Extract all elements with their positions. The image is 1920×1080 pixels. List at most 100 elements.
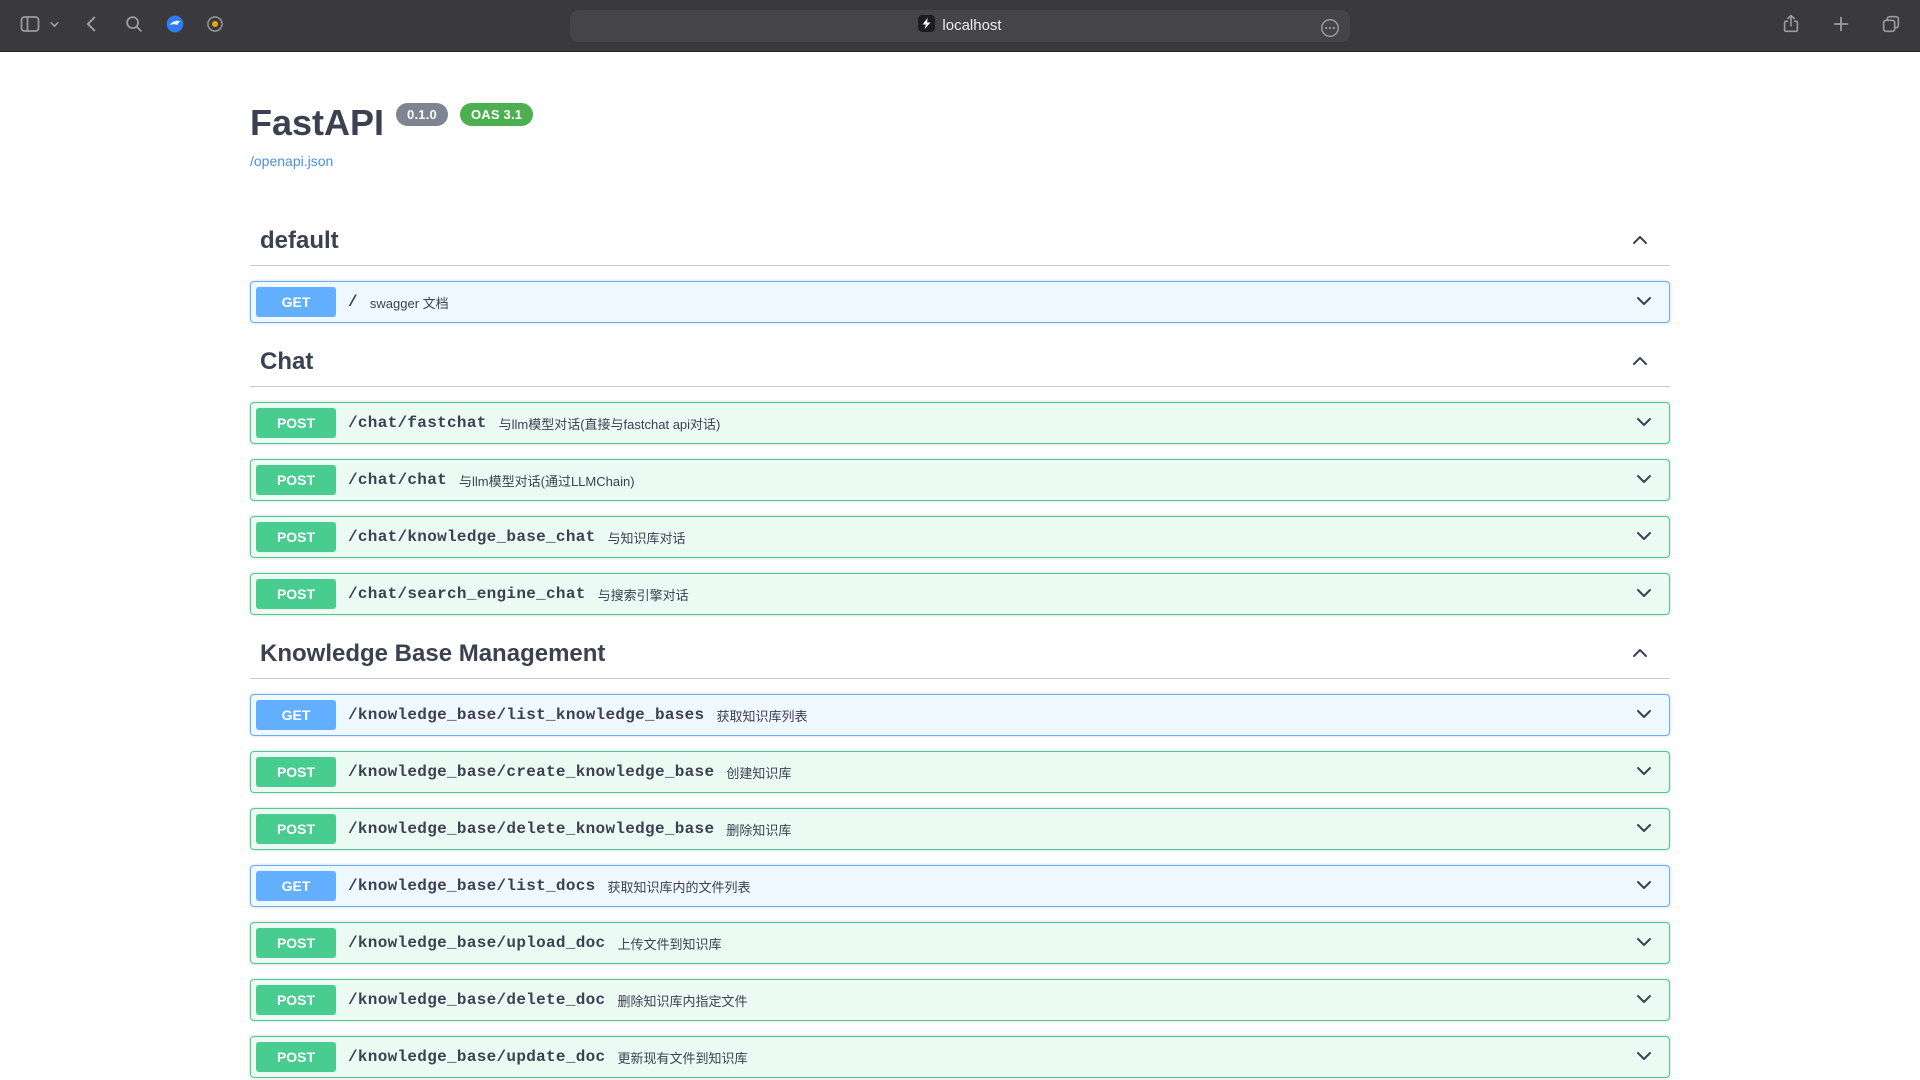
openapi-json-link[interactable]: /openapi.json xyxy=(250,153,333,169)
collapse-section-button[interactable] xyxy=(1630,643,1650,666)
section-title: default xyxy=(260,227,339,255)
chevron-left-icon xyxy=(81,13,103,38)
operation-row[interactable]: POST /chat/knowledge_base_chat 与知识库对话 xyxy=(250,516,1670,558)
expand-operation-button[interactable] xyxy=(1634,704,1654,727)
address-bar[interactable]: localhost xyxy=(570,10,1350,42)
api-sections: default GET / swagger 文档 Chat xyxy=(250,217,1670,1080)
oas-badge: OAS 3.1 xyxy=(460,103,533,126)
chevron-down-icon xyxy=(1634,704,1654,727)
expand-operation-button[interactable] xyxy=(1634,1046,1654,1069)
collapse-section-button[interactable] xyxy=(1630,230,1650,253)
section-header[interactable]: Knowledge Base Management xyxy=(250,630,1670,679)
operation-row[interactable]: POST /knowledge_base/delete_doc 删除知识库内指定… xyxy=(250,979,1670,1021)
section-header[interactable]: default xyxy=(250,217,1670,266)
chevron-down-icon xyxy=(1634,412,1654,435)
operation-row[interactable]: GET / swagger 文档 xyxy=(250,281,1670,323)
new-tab-button[interactable] xyxy=(1828,11,1854,40)
page-title: FastAPI 0.1.0 OAS 3.1 xyxy=(250,102,1670,144)
operation-row[interactable]: POST /knowledge_base/upload_doc 上传文件到知识库 xyxy=(250,922,1670,964)
method-badge: POST xyxy=(256,522,336,552)
chevron-down-icon xyxy=(1634,761,1654,784)
operation-row[interactable]: GET /knowledge_base/list_knowledge_bases… xyxy=(250,694,1670,736)
chevron-down-icon xyxy=(1634,1046,1654,1069)
chevron-down-icon xyxy=(1634,818,1654,841)
expand-operation-button[interactable] xyxy=(1634,989,1654,1012)
method-badge: POST xyxy=(256,408,336,438)
api-info: FastAPI 0.1.0 OAS 3.1 /openapi.json xyxy=(250,52,1670,171)
record-shortcut[interactable] xyxy=(203,12,227,39)
operation-description: 与llm模型对话(通过LLMChain) xyxy=(459,470,635,490)
back-button[interactable] xyxy=(79,11,105,40)
chevron-down-icon xyxy=(1634,932,1654,955)
version-badge: 0.1.0 xyxy=(396,103,448,126)
operation-path: /chat/fastchat xyxy=(348,414,487,432)
operations-list: GET / swagger 文档 xyxy=(250,266,1670,323)
sidebar-menu-chevron[interactable] xyxy=(46,16,63,36)
chevron-down-icon xyxy=(1634,291,1654,314)
page-menu-button[interactable] xyxy=(1317,15,1343,44)
sidebar-toggle-button[interactable] xyxy=(16,10,44,41)
operation-row[interactable]: POST /knowledge_base/create_knowledge_ba… xyxy=(250,751,1670,793)
method-badge: POST xyxy=(256,1042,336,1072)
browser-viewport: FastAPI 0.1.0 OAS 3.1 /openapi.json defa… xyxy=(0,52,1920,1080)
method-badge: POST xyxy=(256,985,336,1015)
chevron-down-icon xyxy=(1634,875,1654,898)
expand-operation-button[interactable] xyxy=(1634,526,1654,549)
operation-row[interactable]: POST /chat/chat 与llm模型对话(通过LLMChain) xyxy=(250,459,1670,501)
chevron-down-icon xyxy=(1634,526,1654,549)
operation-row[interactable]: GET /knowledge_base/list_docs 获取知识库内的文件列… xyxy=(250,865,1670,907)
operation-path: /knowledge_base/list_knowledge_bases xyxy=(348,706,704,724)
record-icon xyxy=(205,14,225,37)
expand-operation-button[interactable] xyxy=(1634,818,1654,841)
operation-description: 删除知识库 xyxy=(726,819,791,839)
chevron-up-icon xyxy=(1630,643,1650,666)
bird-app-shortcut[interactable] xyxy=(163,12,187,39)
operation-description: 与搜索引擎对话 xyxy=(598,584,689,604)
chevron-down-icon xyxy=(1634,469,1654,492)
share-button[interactable] xyxy=(1778,11,1804,40)
ellipsis-circle-icon xyxy=(1319,17,1341,42)
chevron-up-icon xyxy=(1630,230,1650,253)
api-title-text: FastAPI xyxy=(250,102,384,144)
method-badge: POST xyxy=(256,814,336,844)
chevron-down-icon xyxy=(1634,583,1654,606)
method-badge: GET xyxy=(256,700,336,730)
expand-operation-button[interactable] xyxy=(1634,875,1654,898)
expand-operation-button[interactable] xyxy=(1634,412,1654,435)
browser-toolbar: localhost xyxy=(0,0,1920,52)
operation-description: swagger 文档 xyxy=(370,292,449,312)
search-icon xyxy=(123,13,145,38)
collapse-section-button[interactable] xyxy=(1630,351,1650,374)
method-badge: GET xyxy=(256,287,336,317)
expand-operation-button[interactable] xyxy=(1634,291,1654,314)
section-title: Chat xyxy=(260,348,313,376)
tab-overview-button[interactable] xyxy=(1878,11,1904,40)
expand-operation-button[interactable] xyxy=(1634,583,1654,606)
expand-operation-button[interactable] xyxy=(1634,761,1654,784)
operation-path: /chat/search_engine_chat xyxy=(348,585,586,603)
operation-path: /knowledge_base/upload_doc xyxy=(348,934,605,952)
operation-description: 与知识库对话 xyxy=(608,527,686,547)
operation-row[interactable]: POST /knowledge_base/update_doc 更新现有文件到知… xyxy=(250,1036,1670,1078)
chevron-up-icon xyxy=(1630,351,1650,374)
method-badge: POST xyxy=(256,928,336,958)
section-header[interactable]: Chat xyxy=(250,338,1670,387)
chevron-down-icon xyxy=(48,18,61,34)
search-button[interactable] xyxy=(121,11,147,40)
operation-path: / xyxy=(348,293,358,311)
api-section: Knowledge Base Management GET /knowledge… xyxy=(250,630,1670,1080)
operation-path: /chat/knowledge_base_chat xyxy=(348,528,596,546)
expand-operation-button[interactable] xyxy=(1634,932,1654,955)
site-favicon xyxy=(918,15,935,37)
method-badge: GET xyxy=(256,871,336,901)
operation-path: /knowledge_base/create_knowledge_base xyxy=(348,763,714,781)
expand-operation-button[interactable] xyxy=(1634,469,1654,492)
operation-description: 与llm模型对话(直接与fastchat api对话) xyxy=(499,413,721,433)
operations-list: GET /knowledge_base/list_knowledge_bases… xyxy=(250,679,1670,1080)
operation-description: 更新现有文件到知识库 xyxy=(617,1047,747,1067)
operation-description: 上传文件到知识库 xyxy=(617,933,721,953)
operation-row[interactable]: POST /chat/fastchat 与llm模型对话(直接与fastchat… xyxy=(250,402,1670,444)
operation-row[interactable]: POST /chat/search_engine_chat 与搜索引擎对话 xyxy=(250,573,1670,615)
operation-row[interactable]: POST /knowledge_base/delete_knowledge_ba… xyxy=(250,808,1670,850)
operation-description: 创建知识库 xyxy=(726,762,791,782)
